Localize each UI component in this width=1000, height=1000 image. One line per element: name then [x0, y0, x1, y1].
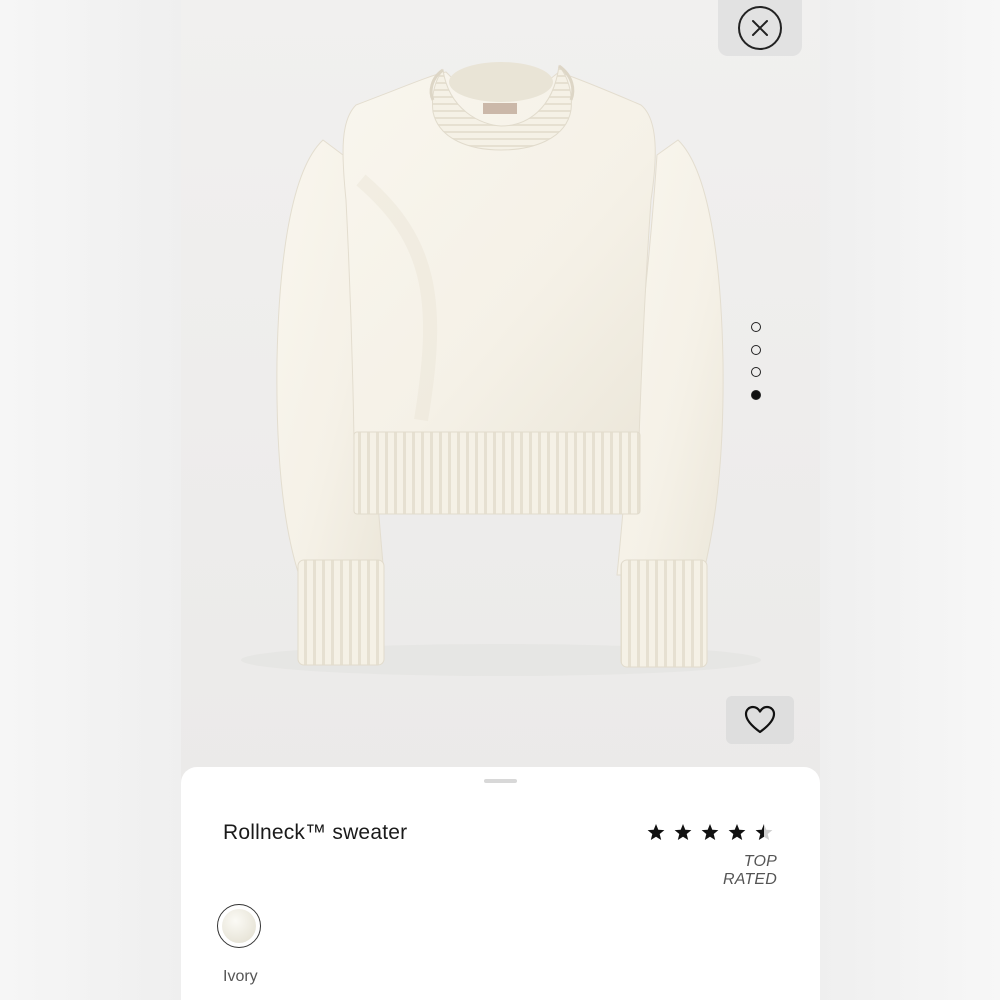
gallery-dot-2[interactable]: [751, 344, 761, 355]
gallery-dot-3[interactable]: [751, 367, 761, 377]
sheet-grabber[interactable]: [484, 779, 517, 783]
product-details-sheet: Rollneck™ sweater TOP RATED Ivory: [181, 767, 820, 1000]
swatch-fill: [222, 909, 256, 943]
heart-icon: [744, 705, 776, 734]
product-image[interactable]: [181, 0, 820, 790]
star-icon: [647, 824, 665, 840]
product-quickview: Rollneck™ sweater TOP RATED Ivory: [181, 0, 820, 1000]
background-right: [820, 0, 1000, 1000]
gallery-dot-4[interactable]: [751, 389, 761, 400]
gallery-pagination: [751, 322, 763, 412]
close-button[interactable]: [718, 0, 802, 56]
sweater-left-cuff: [297, 559, 385, 666]
background-left: [0, 0, 181, 1000]
top-rated-label: TOP RATED: [722, 853, 777, 888]
product-name: Rollneck™ sweater: [223, 821, 408, 844]
selected-color-name: Ivory: [223, 968, 258, 985]
sweater-right-cuff: [620, 559, 708, 668]
brand-label: [483, 103, 517, 114]
close-icon: [738, 6, 782, 50]
sweater-hem: [353, 431, 641, 515]
color-swatch-ivory[interactable]: [217, 904, 261, 948]
half-star-icon: [755, 824, 773, 840]
star-icon: [701, 824, 719, 840]
star-rating[interactable]: [646, 819, 778, 845]
star-icon: [674, 824, 692, 840]
favorite-button[interactable]: [726, 696, 794, 744]
star-icon: [728, 824, 746, 840]
gallery-dot-1[interactable]: [751, 322, 761, 332]
